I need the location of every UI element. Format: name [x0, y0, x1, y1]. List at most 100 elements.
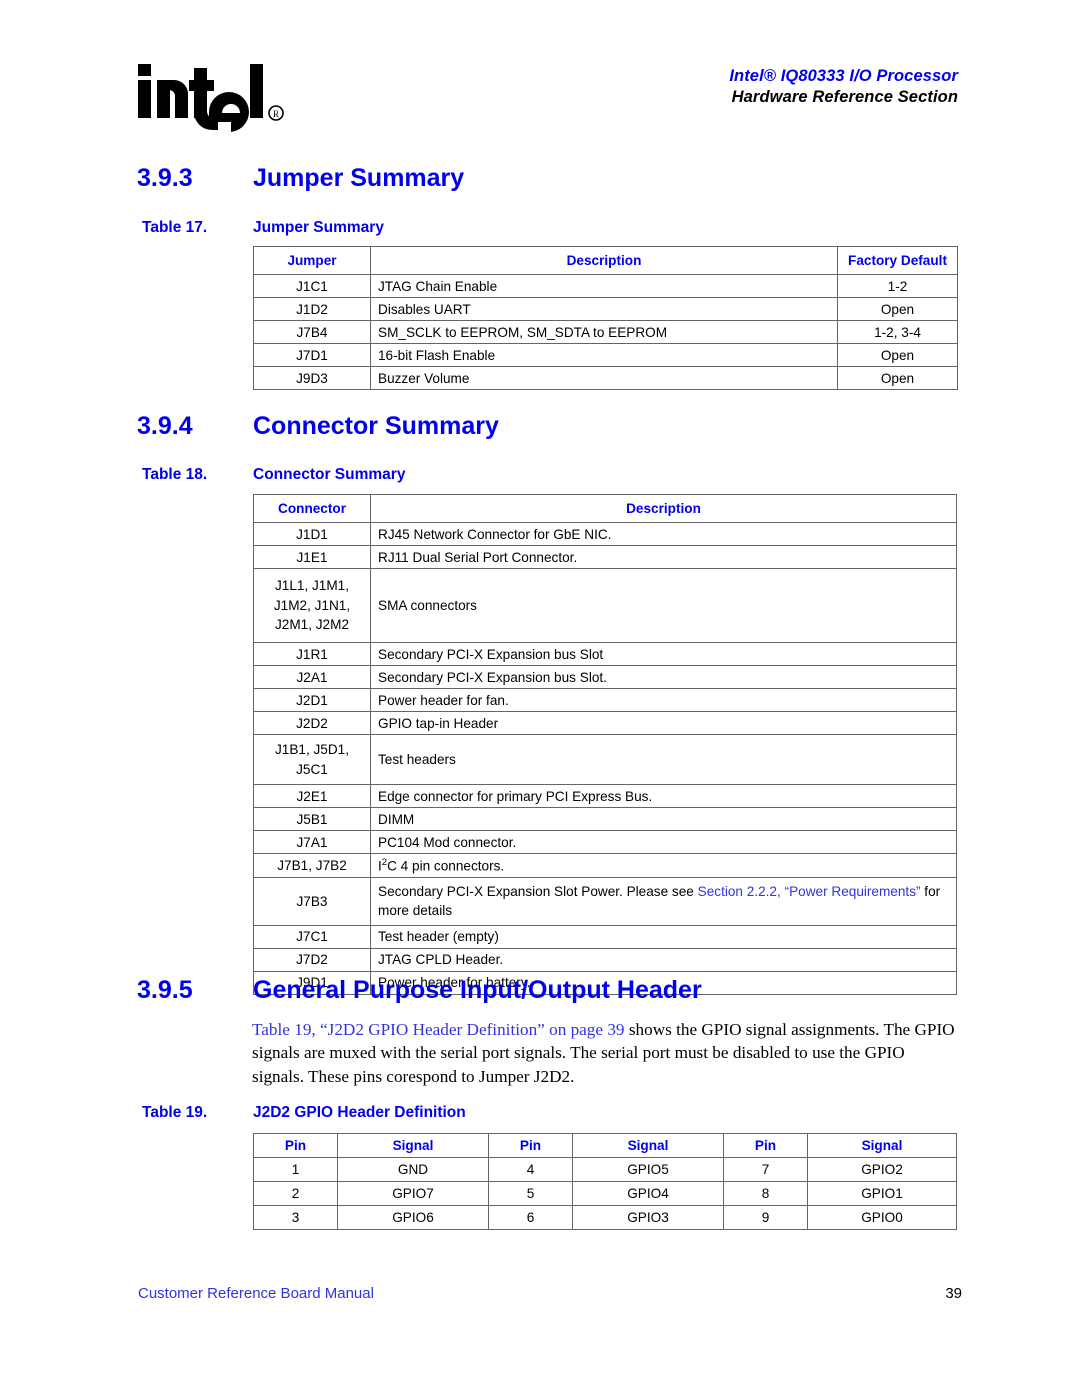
- cell-description: JTAG Chain Enable: [370, 274, 838, 298]
- table-row: J9D3 Buzzer Volume Open: [253, 366, 958, 390]
- cell-factory-default: Open: [837, 297, 958, 321]
- cell-description: Edge connector for primary PCI Express B…: [370, 784, 957, 808]
- cell-pin: 5: [488, 1181, 573, 1206]
- column-header-pin-1: Pin: [253, 1133, 338, 1158]
- table-caption-number: Table 18.: [142, 466, 208, 483]
- cell-signal: GPIO7: [337, 1181, 489, 1206]
- cell-factory-default: 1-2: [837, 274, 958, 298]
- section-title: Jumper Summary: [253, 164, 465, 192]
- column-header-factory-default: Factory Default: [837, 246, 958, 275]
- cell-connector: J5B1: [253, 807, 371, 831]
- table-row: J7C1 Test header (empty): [253, 924, 957, 949]
- power-requirements-link[interactable]: Section 2.2.2, “Power Requirements”: [698, 884, 921, 899]
- connector-summary-table: Connector Description J1D1 RJ45 Network …: [253, 494, 957, 995]
- cell-signal: GPIO0: [807, 1205, 957, 1230]
- cell-connector: J7A1: [253, 830, 371, 854]
- cell-description: PC104 Mod connector.: [370, 830, 957, 854]
- document-page: R Intel® IQ80333 I/O Processor Hardware …: [0, 0, 1080, 1397]
- cell-description: JTAG CPLD Header.: [370, 947, 957, 972]
- column-header-jumper: Jumper: [253, 246, 371, 275]
- column-header-signal-2: Signal: [572, 1133, 724, 1158]
- jumper-summary-table: Jumper Description Factory Default J1C1 …: [253, 246, 958, 390]
- cell-description: Test header (empty): [370, 924, 957, 949]
- table-caption-title: Connector Summary: [253, 466, 406, 483]
- cell-description: Power header for fan.: [370, 688, 957, 712]
- gpio-body-paragraph: Table 19, “J2D2 GPIO Header Definition” …: [252, 1018, 958, 1088]
- table-row: J2E1 Edge connector for primary PCI Expr…: [253, 784, 957, 808]
- cell-signal: GND: [337, 1157, 489, 1182]
- table-row: J7A1 PC104 Mod connector.: [253, 830, 957, 854]
- table-caption-17: Table 17. Jumper Summary: [142, 219, 384, 237]
- section-heading-jumper-summary: 3.9.3 Jumper Summary: [137, 164, 967, 193]
- column-header-signal-3: Signal: [807, 1133, 957, 1158]
- footer-manual-title: Customer Reference Board Manual: [138, 1285, 374, 1302]
- cell-connector: J2E1: [253, 784, 371, 808]
- cell-pin: 2: [253, 1181, 338, 1206]
- cell-description: RJ45 Network Connector for GbE NIC.: [370, 522, 957, 546]
- section-heading-connector-summary: 3.9.4 Connector Summary: [137, 412, 967, 441]
- cell-jumper: J1D2: [253, 297, 371, 321]
- section-number: 3.9.4: [137, 412, 193, 440]
- cell-signal: GPIO4: [572, 1181, 724, 1206]
- section-title: Connector Summary: [253, 412, 499, 440]
- cell-connector: J2D1: [253, 688, 371, 712]
- cell-description-i2c: I2C 4 pin connectors.: [370, 853, 957, 878]
- table-row: J1B1, J5D1, J5C1 Test headers: [253, 734, 957, 785]
- table-caption-19: Table 19. J2D2 GPIO Header Definition: [142, 1104, 466, 1122]
- cell-connector: J7C1: [253, 924, 371, 949]
- table-row: J7B3 Secondary PCI-X Expansion Slot Powe…: [253, 876, 957, 926]
- table-caption-title: Jumper Summary: [253, 219, 384, 236]
- cell-description: Disables UART: [370, 297, 838, 321]
- column-header-connector: Connector: [253, 494, 371, 523]
- cell-description: RJ11 Dual Serial Port Connector.: [370, 545, 957, 569]
- cell-description: Secondary PCI-X Expansion bus Slot.: [370, 665, 957, 689]
- cell-pin: 7: [723, 1157, 808, 1182]
- svg-text:R: R: [273, 109, 279, 119]
- cell-description: Secondary PCI-X Expansion bus Slot: [370, 642, 957, 666]
- cell-connector: J1D1: [253, 522, 371, 546]
- section-number: 3.9.3: [137, 164, 193, 192]
- table-header-row: Jumper Description Factory Default: [253, 246, 958, 275]
- cell-factory-default: 1-2, 3-4: [837, 320, 958, 344]
- cell-factory-default: Open: [837, 343, 958, 367]
- table-row: J2D2 GPIO tap-in Header: [253, 711, 957, 735]
- table-header-row: Pin Signal Pin Signal Pin Signal: [253, 1133, 957, 1158]
- table-row: J1C1 JTAG Chain Enable 1-2: [253, 274, 958, 298]
- table19-cross-reference-link[interactable]: Table 19, “J2D2 GPIO Header Definition” …: [252, 1020, 625, 1039]
- table-row: J1L1, J1M1, J1M2, J1N1, J2M1, J2M2 SMA c…: [253, 568, 957, 643]
- table-row: J7B1, J7B2 I2C 4 pin connectors.: [253, 853, 957, 878]
- column-header-description: Description: [370, 494, 957, 523]
- cell-connector: J1L1, J1M1, J1M2, J1N1, J2M1, J2M2: [253, 568, 371, 643]
- cell-connector: J1R1: [253, 642, 371, 666]
- table-row: J7B4 SM_SCLK to EEPROM, SM_SDTA to EEPRO…: [253, 320, 958, 344]
- cell-pin: 9: [723, 1205, 808, 1230]
- table-caption-title: J2D2 GPIO Header Definition: [253, 1104, 466, 1121]
- table-row: J2A1 Secondary PCI-X Expansion bus Slot.: [253, 665, 957, 689]
- table-row: J1R1 Secondary PCI-X Expansion bus Slot: [253, 642, 957, 666]
- cell-signal: GPIO3: [572, 1205, 724, 1230]
- table-caption-18: Table 18. Connector Summary: [142, 466, 405, 484]
- cell-description: GPIO tap-in Header: [370, 711, 957, 735]
- cell-pin: 4: [488, 1157, 573, 1182]
- column-header-signal-1: Signal: [337, 1133, 489, 1158]
- table-header-row: Connector Description: [253, 494, 957, 523]
- cell-description: 16-bit Flash Enable: [370, 343, 838, 367]
- table-row: 2 GPIO7 5 GPIO4 8 GPIO1: [253, 1181, 957, 1206]
- intel-logo: R: [136, 58, 286, 138]
- table-caption-number: Table 19.: [142, 1104, 208, 1121]
- cell-description: DIMM: [370, 807, 957, 831]
- column-header-pin-3: Pin: [723, 1133, 808, 1158]
- cell-jumper: J9D3: [253, 366, 371, 390]
- cell-pin: 6: [488, 1205, 573, 1230]
- gpio-header-definition-table: Pin Signal Pin Signal Pin Signal 1 GND 4…: [253, 1133, 957, 1230]
- table-row: J1E1 RJ11 Dual Serial Port Connector.: [253, 545, 957, 569]
- table-row: J1D1 RJ45 Network Connector for GbE NIC.: [253, 522, 957, 546]
- cell-pin: 3: [253, 1205, 338, 1230]
- table-row: J5B1 DIMM: [253, 807, 957, 831]
- column-header-description: Description: [370, 246, 838, 275]
- table-row: J7D1 16-bit Flash Enable Open: [253, 343, 958, 367]
- cell-signal: GPIO5: [572, 1157, 724, 1182]
- cell-connector: J7B3: [253, 876, 371, 926]
- table-row: 3 GPIO6 6 GPIO3 9 GPIO0: [253, 1205, 957, 1230]
- cell-signal: GPIO6: [337, 1205, 489, 1230]
